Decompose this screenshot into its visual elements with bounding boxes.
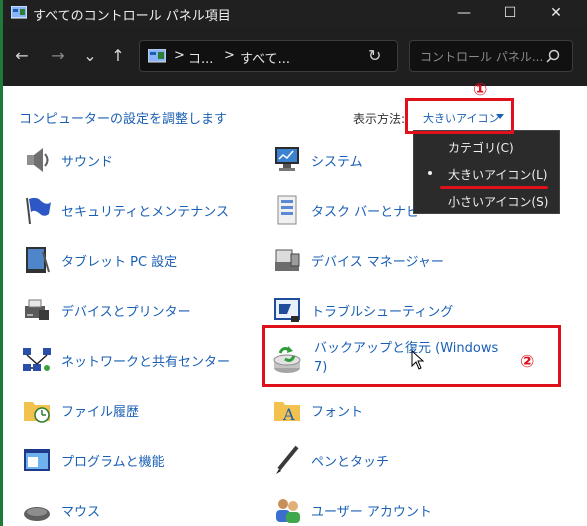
back-button[interactable]: ← bbox=[11, 46, 33, 65]
folder-icon bbox=[24, 402, 50, 423]
fonts-folder-icon: A bbox=[274, 402, 300, 424]
window-title: すべてのコントロール パネル項目 bbox=[33, 9, 231, 24]
dropdown-arrow-icon bbox=[496, 114, 504, 119]
title-bar: すべてのコントロール パネル項目 — ☐ ✕ bbox=[3, 0, 587, 28]
search-box[interactable]: コントロール パネル... bbox=[409, 40, 573, 72]
search-icon bbox=[546, 49, 560, 63]
annotation-number-1: ① bbox=[473, 80, 488, 100]
maximize-button[interactable]: ☐ bbox=[487, 0, 533, 28]
address-bar[interactable]: > コ... > すべて... ↻ bbox=[139, 40, 398, 72]
menu-item-small-icons[interactable]: 小さいアイコン(S) bbox=[448, 193, 548, 210]
item-label: タスク バーとナビ bbox=[311, 205, 420, 220]
item-label: デバイスとプリンター bbox=[61, 305, 191, 320]
view-by-value: 大きいアイコン bbox=[423, 112, 500, 125]
view-by-button[interactable]: 大きいアイコン bbox=[405, 98, 514, 134]
item-label: タブレット PC 設定 bbox=[61, 255, 178, 270]
users-icon bbox=[276, 499, 300, 523]
breadcrumb-separator: > bbox=[174, 48, 185, 63]
item-label: マウス bbox=[61, 505, 101, 520]
item-label: ネットワークと共有センター bbox=[61, 355, 231, 370]
programs-icon bbox=[24, 449, 50, 471]
navigation-bar: ← → ⌄ ↑ > コ... > すべて... ↻ コントロール パネル... bbox=[3, 28, 587, 86]
svg-text:A: A bbox=[282, 405, 295, 424]
control-panel-window: すべてのコントロール パネル項目 — ☐ ✕ ← → ⌄ ↑ > コ... > … bbox=[3, 0, 587, 526]
view-by-label: 表示方法: bbox=[353, 112, 406, 126]
item-label: プログラムと機能 bbox=[61, 455, 165, 470]
mouse-icon bbox=[24, 507, 50, 521]
network-icon bbox=[23, 348, 51, 371]
forward-button[interactable]: → bbox=[47, 46, 69, 65]
taskbar-icon bbox=[277, 195, 297, 225]
control-panel-icon bbox=[11, 6, 27, 19]
printer-icon bbox=[25, 299, 49, 320]
system-icon bbox=[275, 147, 299, 171]
mouse-cursor-icon bbox=[411, 350, 425, 370]
breadcrumb-control-panel[interactable]: コ... bbox=[188, 48, 213, 67]
troubleshooting-icon bbox=[274, 298, 300, 322]
view-by-dropdown-menu: カテゴリ(C) 大きいアイコン(L) 小さいアイコン(S) bbox=[413, 130, 560, 214]
menu-item-category[interactable]: カテゴリ(C) bbox=[448, 139, 514, 156]
item-label: デバイス マネージャー bbox=[311, 255, 444, 270]
refresh-button[interactable]: ↻ bbox=[368, 46, 381, 65]
item-label: ファイル履歴 bbox=[61, 405, 140, 420]
close-button[interactable]: ✕ bbox=[533, 0, 579, 28]
device-manager-icon bbox=[275, 249, 300, 271]
flag-icon bbox=[26, 197, 51, 225]
breadcrumb-separator: > bbox=[224, 48, 235, 63]
item-label: システム bbox=[311, 155, 363, 170]
up-button[interactable]: ↑ bbox=[107, 46, 129, 65]
item-label: フォント bbox=[311, 405, 364, 420]
page-title: コンピューターの設定を調整します bbox=[19, 112, 228, 127]
pen-icon bbox=[276, 445, 299, 474]
recent-locations-button[interactable]: ⌄ bbox=[79, 46, 101, 65]
minimize-button[interactable]: — bbox=[441, 0, 487, 28]
annotation-number-2: ② bbox=[520, 352, 535, 372]
control-panel-icon bbox=[148, 49, 166, 63]
item-label: ユーザー アカウント bbox=[311, 505, 432, 520]
item-label: トラブルシューティング bbox=[311, 305, 454, 320]
item-label: ペンとタッチ bbox=[311, 455, 390, 470]
selected-bullet-icon bbox=[428, 171, 432, 175]
search-placeholder: コントロール パネル... bbox=[420, 50, 544, 64]
annotation-underline bbox=[440, 186, 548, 189]
breadcrumb-all-items[interactable]: すべて... bbox=[240, 48, 290, 67]
menu-item-large-icons[interactable]: 大きいアイコン(L) bbox=[448, 166, 547, 183]
item-label: セキュリティとメンテナンス bbox=[61, 205, 229, 220]
tablet-icon bbox=[26, 247, 50, 273]
item-label: サウンド bbox=[61, 155, 114, 170]
speaker-icon bbox=[27, 148, 49, 172]
